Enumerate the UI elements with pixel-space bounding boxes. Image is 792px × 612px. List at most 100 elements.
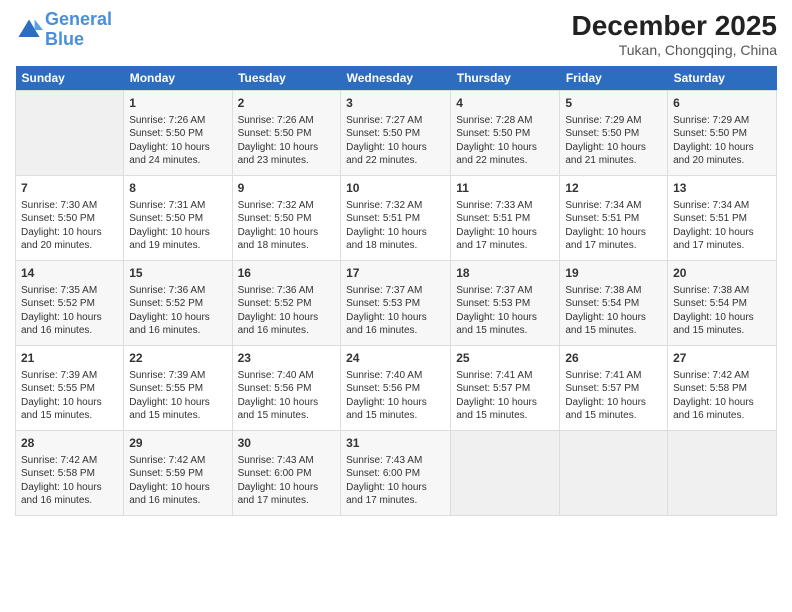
- day-number: 22: [129, 350, 226, 367]
- calendar-cell: 28Sunrise: 7:42 AM Sunset: 5:58 PM Dayli…: [16, 431, 124, 516]
- calendar-cell: 8 Sunrise: 7:31 AM Sunset: 5:50 PM Daylig…: [124, 176, 232, 261]
- calendar-cell: 25 Sunrise: 7:41 AM Sunset: 5:57 PM Dayli…: [451, 346, 560, 431]
- calendar-cell: [451, 431, 560, 516]
- day-info: Sunrise: 7:38 AM Sunset: 5:54 PM Dayligh…: [565, 284, 662, 338]
- day-number: 31: [346, 435, 445, 452]
- calendar-cell: 5Sunrise: 7:29 AM Sunset: 5:50 PM Daylig…: [560, 91, 668, 176]
- calendar-cell: 30 Sunrise: 7:43 AM Sunset: 6:00 PM Dayli…: [232, 431, 341, 516]
- day-number: 2: [238, 95, 336, 112]
- day-info: Sunrise: 7:40 AM Sunset: 5:56 PM Dayligh…: [238, 369, 336, 423]
- calendar-cell: 15Sunrise: 7:36 AM Sunset: 5:52 PM Dayli…: [124, 261, 232, 346]
- day-number: 25: [456, 350, 554, 367]
- weekday-header: Tuesday: [232, 66, 341, 91]
- day-info: Sunrise: 7:28 AM Sunset: 5:50 PM Dayligh…: [456, 114, 554, 168]
- day-number: 28: [21, 435, 118, 452]
- calendar-cell: 20Sunrise: 7:38 AM Sunset: 5:54 PM Dayli…: [668, 261, 777, 346]
- calendar-cell: 3Sunrise: 7:27 AM Sunset: 5:50 PM Daylig…: [341, 91, 451, 176]
- day-info: Sunrise: 7:32 AM Sunset: 5:51 PM Dayligh…: [346, 199, 445, 253]
- weekday-header: Thursday: [451, 66, 560, 91]
- day-info: Sunrise: 7:39 AM Sunset: 5:55 PM Dayligh…: [21, 369, 118, 423]
- day-info: Sunrise: 7:41 AM Sunset: 5:57 PM Dayligh…: [456, 369, 554, 423]
- day-number: 19: [565, 265, 662, 282]
- calendar-week-row: 14 Sunrise: 7:35 AM Sunset: 5:52 PM Dayli…: [16, 261, 777, 346]
- calendar-cell: 7 Sunrise: 7:30 AM Sunset: 5:50 PM Daylig…: [16, 176, 124, 261]
- weekday-header: Friday: [560, 66, 668, 91]
- day-info: Sunrise: 7:42 AM Sunset: 5:59 PM Dayligh…: [129, 454, 226, 508]
- page-container: General Blue December 2025 Tukan, Chongq…: [0, 0, 792, 526]
- day-info: Sunrise: 7:33 AM Sunset: 5:51 PM Dayligh…: [456, 199, 554, 253]
- day-info: Sunrise: 7:35 AM Sunset: 5:52 PM Dayligh…: [21, 284, 118, 338]
- weekday-header: Sunday: [16, 66, 124, 91]
- weekday-header: Monday: [124, 66, 232, 91]
- calendar-cell: 29 Sunrise: 7:42 AM Sunset: 5:59 PM Dayli…: [124, 431, 232, 516]
- day-number: 30: [238, 435, 336, 452]
- day-number: 10: [346, 180, 445, 197]
- weekday-header: Saturday: [668, 66, 777, 91]
- calendar-cell: 24 Sunrise: 7:40 AM Sunset: 5:56 PM Dayli…: [341, 346, 451, 431]
- day-info: Sunrise: 7:43 AM Sunset: 6:00 PM Dayligh…: [238, 454, 336, 508]
- calendar-cell: [560, 431, 668, 516]
- day-number: 27: [673, 350, 771, 367]
- day-number: 24: [346, 350, 445, 367]
- day-info: Sunrise: 7:29 AM Sunset: 5:50 PM Dayligh…: [673, 114, 771, 168]
- calendar-cell: 22 Sunrise: 7:39 AM Sunset: 5:55 PM Dayli…: [124, 346, 232, 431]
- day-info: Sunrise: 7:29 AM Sunset: 5:50 PM Dayligh…: [565, 114, 662, 168]
- calendar-cell: 4Sunrise: 7:28 AM Sunset: 5:50 PM Daylig…: [451, 91, 560, 176]
- month-title: December 2025: [572, 10, 777, 42]
- calendar-week-row: 21 Sunrise: 7:39 AM Sunset: 5:55 PM Dayli…: [16, 346, 777, 431]
- calendar-cell: 9 Sunrise: 7:32 AM Sunset: 5:50 PM Daylig…: [232, 176, 341, 261]
- calendar-cell: 1Sunrise: 7:26 AM Sunset: 5:50 PM Daylig…: [124, 91, 232, 176]
- calendar-cell: 11 Sunrise: 7:33 AM Sunset: 5:51 PM Dayli…: [451, 176, 560, 261]
- day-info: Sunrise: 7:37 AM Sunset: 5:53 PM Dayligh…: [456, 284, 554, 338]
- calendar-cell: 12Sunrise: 7:34 AM Sunset: 5:51 PM Dayli…: [560, 176, 668, 261]
- day-info: Sunrise: 7:42 AM Sunset: 5:58 PM Dayligh…: [673, 369, 771, 423]
- day-info: Sunrise: 7:31 AM Sunset: 5:50 PM Dayligh…: [129, 199, 226, 253]
- logo-line1: General: [45, 9, 112, 29]
- calendar-cell: 27 Sunrise: 7:42 AM Sunset: 5:58 PM Dayli…: [668, 346, 777, 431]
- day-number: 18: [456, 265, 554, 282]
- calendar-cell: [668, 431, 777, 516]
- logo-line2: Blue: [45, 29, 84, 49]
- day-info: Sunrise: 7:41 AM Sunset: 5:57 PM Dayligh…: [565, 369, 662, 423]
- day-number: 12: [565, 180, 662, 197]
- day-info: Sunrise: 7:34 AM Sunset: 5:51 PM Dayligh…: [673, 199, 771, 253]
- calendar-cell: 2Sunrise: 7:26 AM Sunset: 5:50 PM Daylig…: [232, 91, 341, 176]
- calendar-cell: 14 Sunrise: 7:35 AM Sunset: 5:52 PM Dayli…: [16, 261, 124, 346]
- day-number: 20: [673, 265, 771, 282]
- calendar-cell: [16, 91, 124, 176]
- day-number: 9: [238, 180, 336, 197]
- logo-icon: [15, 16, 43, 44]
- logo-text: General Blue: [45, 10, 112, 50]
- day-number: 3: [346, 95, 445, 112]
- day-info: Sunrise: 7:36 AM Sunset: 5:52 PM Dayligh…: [238, 284, 336, 338]
- weekday-header: Wednesday: [341, 66, 451, 91]
- day-number: 8: [129, 180, 226, 197]
- title-block: December 2025 Tukan, Chongqing, China: [572, 10, 777, 58]
- calendar-cell: 26 Sunrise: 7:41 AM Sunset: 5:57 PM Dayli…: [560, 346, 668, 431]
- day-number: 14: [21, 265, 118, 282]
- calendar-week-row: 28Sunrise: 7:42 AM Sunset: 5:58 PM Dayli…: [16, 431, 777, 516]
- calendar-cell: 21 Sunrise: 7:39 AM Sunset: 5:55 PM Dayli…: [16, 346, 124, 431]
- day-number: 16: [238, 265, 336, 282]
- day-number: 11: [456, 180, 554, 197]
- day-number: 1: [129, 95, 226, 112]
- calendar-cell: 19 Sunrise: 7:38 AM Sunset: 5:54 PM Dayli…: [560, 261, 668, 346]
- day-info: Sunrise: 7:39 AM Sunset: 5:55 PM Dayligh…: [129, 369, 226, 423]
- logo: General Blue: [15, 10, 112, 50]
- day-info: Sunrise: 7:30 AM Sunset: 5:50 PM Dayligh…: [21, 199, 118, 253]
- calendar-cell: 10 Sunrise: 7:32 AM Sunset: 5:51 PM Dayli…: [341, 176, 451, 261]
- header: General Blue December 2025 Tukan, Chongq…: [15, 10, 777, 58]
- location: Tukan, Chongqing, China: [572, 42, 777, 58]
- day-number: 15: [129, 265, 226, 282]
- day-number: 7: [21, 180, 118, 197]
- calendar-cell: 18 Sunrise: 7:37 AM Sunset: 5:53 PM Dayli…: [451, 261, 560, 346]
- day-number: 23: [238, 350, 336, 367]
- calendar-week-row: 1Sunrise: 7:26 AM Sunset: 5:50 PM Daylig…: [16, 91, 777, 176]
- day-info: Sunrise: 7:40 AM Sunset: 5:56 PM Dayligh…: [346, 369, 445, 423]
- day-info: Sunrise: 7:32 AM Sunset: 5:50 PM Dayligh…: [238, 199, 336, 253]
- calendar-cell: 23 Sunrise: 7:40 AM Sunset: 5:56 PM Dayli…: [232, 346, 341, 431]
- day-number: 29: [129, 435, 226, 452]
- calendar-cell: 16 Sunrise: 7:36 AM Sunset: 5:52 PM Dayli…: [232, 261, 341, 346]
- day-number: 21: [21, 350, 118, 367]
- day-number: 26: [565, 350, 662, 367]
